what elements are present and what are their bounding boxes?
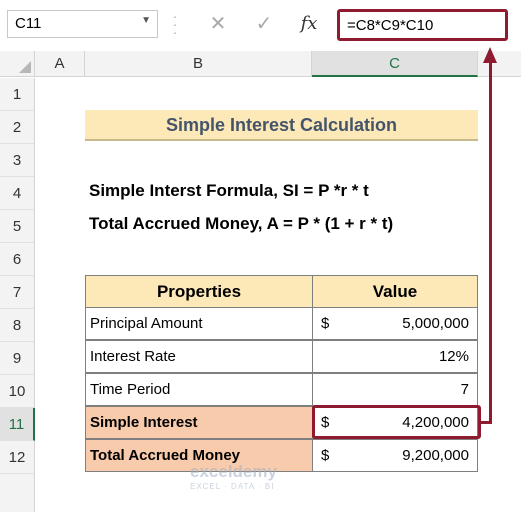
formula-description-si: Simple Interst Formula, SI = P *r * t	[89, 181, 369, 200]
row-header-2[interactable]: 2	[0, 111, 35, 144]
column-header-a[interactable]: A	[35, 51, 85, 77]
drag-handle-icon[interactable]: · · ·	[172, 9, 178, 39]
table-header-properties: Properties	[85, 275, 313, 308]
amount: 5,000,000	[402, 315, 469, 332]
row-header-3[interactable]: 3	[0, 144, 35, 177]
row-header-7[interactable]: 7	[0, 276, 35, 309]
row-header-10[interactable]: 10	[0, 375, 35, 408]
cancel-icon[interactable]: ✕	[203, 10, 233, 38]
table-row-value[interactable]: $ 5,000,000	[312, 307, 478, 340]
table-row-label[interactable]: Principal Amount	[85, 307, 313, 340]
row-header-13[interactable]	[0, 474, 35, 512]
table-row-value[interactable]: 12%	[312, 340, 478, 373]
amount: 12%	[438, 348, 469, 365]
watermark-name: exceldemy	[190, 462, 277, 481]
callout-arrow-line	[489, 62, 492, 424]
currency-symbol: $	[321, 447, 330, 464]
table-row-label[interactable]: Interest Rate	[85, 340, 313, 373]
watermark-logo: exceldemy EXCEL · DATA · BI	[190, 462, 277, 491]
row-header-5[interactable]: 5	[0, 210, 35, 243]
sheet-title: Simple Interest Calculation	[85, 110, 478, 141]
enter-icon[interactable]: ✓	[249, 10, 279, 38]
select-all-corner[interactable]	[0, 51, 35, 77]
formula-input[interactable]: =C8*C9*C10	[337, 9, 508, 41]
callout-arrow-connector	[478, 421, 492, 424]
currency-symbol: $	[321, 315, 330, 332]
arrow-up-icon	[483, 47, 497, 63]
insert-function-icon[interactable]: fx	[294, 10, 324, 38]
row-header-6[interactable]: 6	[0, 243, 35, 276]
row-header-8[interactable]: 8	[0, 309, 35, 342]
table-row-label[interactable]: Simple Interest	[85, 406, 313, 439]
column-header-c[interactable]: C	[312, 51, 478, 77]
row-header-11[interactable]: 11	[0, 408, 35, 441]
row-header-4[interactable]: 4	[0, 177, 35, 210]
row-header-1[interactable]: 1	[0, 78, 35, 111]
formula-description-accrued: Total Accrued Money, A = P * (1 + r * t)	[89, 214, 394, 233]
table-header-value: Value	[312, 275, 478, 308]
chevron-down-icon[interactable]: ▼	[141, 15, 151, 26]
name-box[interactable]: C11 ▼	[7, 10, 158, 38]
table-row-value[interactable]: 7	[312, 373, 478, 406]
amount: 7	[460, 381, 469, 398]
table-row-value[interactable]: $ 9,200,000	[312, 439, 478, 472]
row-header-12[interactable]: 12	[0, 441, 35, 474]
amount: 9,200,000	[402, 447, 469, 464]
name-box-value: C11	[15, 15, 42, 32]
row-header-9[interactable]: 9	[0, 342, 35, 375]
selected-cell-callout	[312, 405, 481, 439]
watermark-tagline: EXCEL · DATA · BI	[190, 482, 275, 491]
table-row-label[interactable]: Time Period	[85, 373, 313, 406]
column-header-b[interactable]: B	[85, 51, 312, 77]
